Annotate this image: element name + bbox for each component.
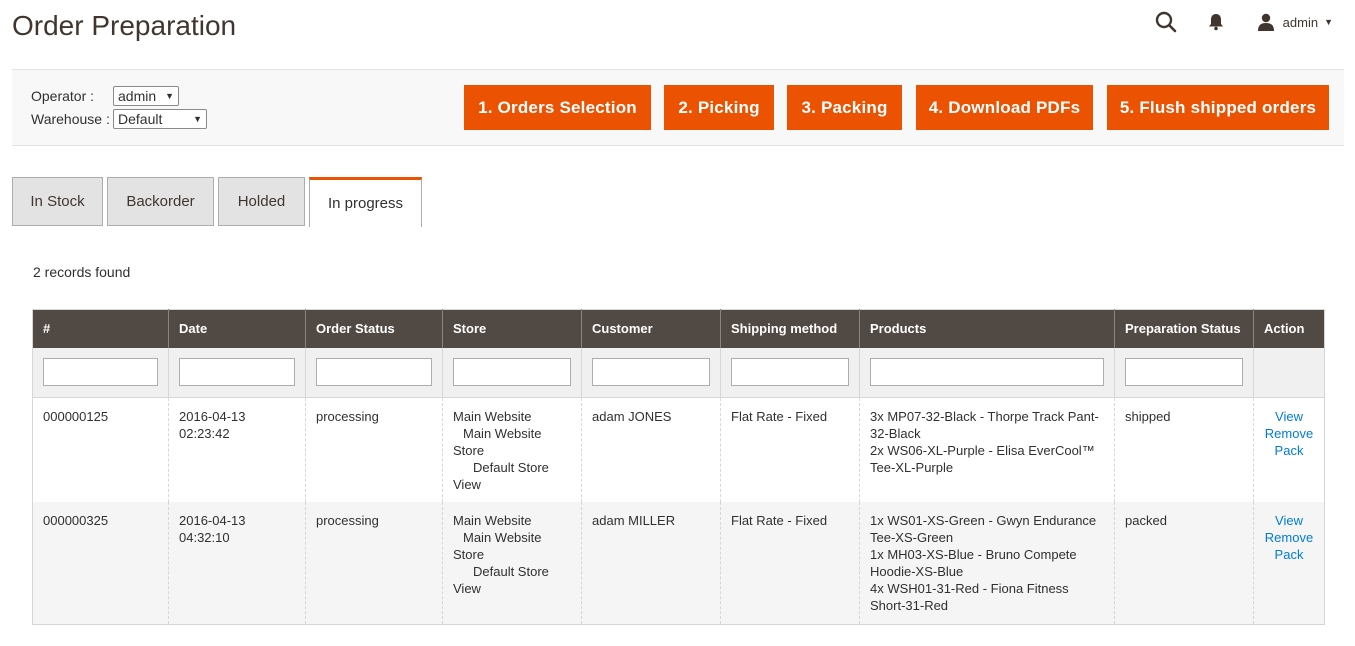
cell-date: 2016-04-13 04:32:10 bbox=[168, 501, 306, 624]
column-header-customer[interactable]: Customer bbox=[581, 309, 721, 348]
cell-preparation-status: packed bbox=[1114, 501, 1254, 624]
orders-selection-button[interactable]: 1. Orders Selection bbox=[464, 85, 651, 130]
cell-shipping-method: Flat Rate - Fixed bbox=[720, 397, 860, 502]
filter-customer-input[interactable] bbox=[592, 358, 710, 386]
cell-id: 000000325 bbox=[32, 501, 169, 624]
cell-shipping-method: Flat Rate - Fixed bbox=[720, 501, 860, 624]
filter-preparation-status-input[interactable] bbox=[1125, 358, 1243, 386]
cell-id: 000000125 bbox=[32, 397, 169, 502]
operator-value: admin bbox=[118, 88, 157, 104]
dropdown-arrow-icon: ▼ bbox=[193, 114, 202, 124]
remove-link[interactable]: Remove bbox=[1264, 529, 1314, 546]
tab-in-progress[interactable]: In progress bbox=[309, 177, 422, 227]
column-header-order-status[interactable]: Order Status bbox=[305, 309, 443, 348]
user-icon bbox=[1257, 13, 1274, 31]
view-link[interactable]: View bbox=[1264, 512, 1314, 529]
cell-action: View Remove Pack bbox=[1253, 501, 1325, 624]
filter-store-input[interactable] bbox=[453, 358, 571, 386]
grid-header-row: # Date Order Status Store Customer Shipp… bbox=[32, 309, 1325, 348]
operator-label: Operator : bbox=[31, 88, 95, 104]
user-menu[interactable]: admin ▼ bbox=[1257, 13, 1333, 31]
cell-customer: adam MILLER bbox=[581, 501, 721, 624]
filter-order-status-input[interactable] bbox=[316, 358, 432, 386]
operator-select[interactable]: admin ▼ bbox=[113, 86, 179, 106]
search-icon[interactable] bbox=[1151, 8, 1181, 36]
column-header-shipping-method[interactable]: Shipping method bbox=[720, 309, 860, 348]
user-name: admin bbox=[1282, 14, 1319, 30]
page-title: Order Preparation bbox=[12, 10, 237, 41]
orders-grid: # Date Order Status Store Customer Shipp… bbox=[32, 309, 1325, 625]
cell-store: Main Website Main Website Store Default … bbox=[442, 501, 582, 624]
cell-order-status: processing bbox=[305, 501, 443, 624]
download-pdfs-button[interactable]: 4. Download PDFs bbox=[916, 85, 1093, 130]
cell-products: 3x MP07-32-Black - Thorpe Track Pant- 32… bbox=[859, 397, 1115, 502]
flush-shipped-orders-button[interactable]: 5. Flush shipped orders bbox=[1107, 85, 1329, 130]
column-header-date[interactable]: Date bbox=[168, 309, 306, 348]
cell-preparation-status: shipped bbox=[1114, 397, 1254, 502]
column-header-action: Action bbox=[1253, 309, 1325, 348]
packing-button[interactable]: 3. Packing bbox=[787, 85, 902, 130]
warehouse-row: Warehouse : Default ▼ bbox=[31, 109, 207, 129]
tab-holded[interactable]: Holded bbox=[218, 177, 305, 226]
pack-link[interactable]: Pack bbox=[1264, 546, 1314, 563]
filter-date-input[interactable] bbox=[179, 358, 295, 386]
tab-backorder[interactable]: Backorder bbox=[107, 177, 214, 226]
operator-row: Operator : admin ▼ bbox=[31, 86, 179, 106]
table-row: 000000125 2016-04-13 02:23:42 processing… bbox=[32, 397, 1325, 502]
warehouse-label: Warehouse : bbox=[31, 111, 110, 127]
picking-button[interactable]: 2. Picking bbox=[664, 85, 774, 130]
tab-in-stock[interactable]: In Stock bbox=[12, 177, 103, 226]
warehouse-value: Default bbox=[118, 111, 163, 127]
table-row: 000000325 2016-04-13 04:32:10 processing… bbox=[32, 501, 1325, 624]
cell-customer: adam JONES bbox=[581, 397, 721, 502]
cell-products: 1x WS01-XS-Green - Gwyn Endurance Tee-XS… bbox=[859, 501, 1115, 624]
filter-id-input[interactable] bbox=[43, 358, 158, 386]
pack-link[interactable]: Pack bbox=[1264, 442, 1314, 459]
chevron-down-icon: ▼ bbox=[1324, 17, 1333, 27]
cell-order-status: processing bbox=[305, 397, 443, 502]
filter-products-input[interactable] bbox=[870, 358, 1104, 386]
header-actions: admin ▼ bbox=[1131, 8, 1333, 36]
remove-link[interactable]: Remove bbox=[1264, 425, 1314, 442]
column-header-products[interactable]: Products bbox=[859, 309, 1115, 348]
cell-date: 2016-04-13 02:23:42 bbox=[168, 397, 306, 502]
column-header-store[interactable]: Store bbox=[442, 309, 582, 348]
column-header-preparation-status[interactable]: Preparation Status bbox=[1114, 309, 1254, 348]
dropdown-arrow-icon: ▼ bbox=[165, 91, 174, 101]
filter-row bbox=[32, 347, 1325, 398]
column-header-id[interactable]: # bbox=[32, 309, 169, 348]
filter-shipping-method-input[interactable] bbox=[731, 358, 849, 386]
toolbar: Operator : admin ▼ Warehouse : Default ▼… bbox=[12, 69, 1344, 146]
cell-store: Main Website Main Website Store Default … bbox=[442, 397, 582, 502]
bell-icon[interactable] bbox=[1201, 8, 1231, 36]
records-count: 2 records found bbox=[33, 264, 131, 280]
cell-action: View Remove Pack bbox=[1253, 397, 1325, 502]
warehouse-select[interactable]: Default ▼ bbox=[113, 109, 207, 129]
view-link[interactable]: View bbox=[1264, 408, 1314, 425]
